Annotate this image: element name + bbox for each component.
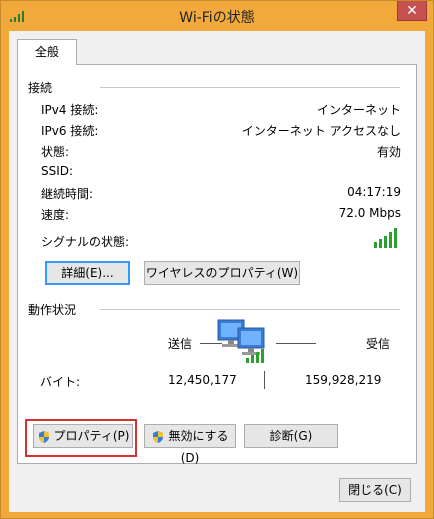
network-computers-icon <box>217 319 265 363</box>
info-row-duration: 継続時間: 04:17:19 <box>41 185 401 203</box>
highlight-box <box>25 419 137 457</box>
speed-label: 速度: <box>41 208 70 222</box>
bytes-received-value: 159,928,219 <box>305 373 382 387</box>
connection-divider <box>100 87 400 88</box>
speed-value: 72.0 Mbps <box>338 206 401 220</box>
window-title: Wi-Fiの状態 <box>179 10 255 26</box>
close-button[interactable]: 閉じる(C) <box>339 478 411 502</box>
activity-divider <box>100 309 400 310</box>
disable-button[interactable]: 無効にする(D) <box>144 424 236 465</box>
bytes-separator <box>264 371 265 389</box>
general-tab-panel: 接続 IPv4 接続: インターネット IPv6 接続: インターネット アクセ… <box>17 64 417 465</box>
info-row-state: 状態: 有効 <box>41 143 401 161</box>
wifi-status-dialog: Wi-Fiの状態 ✕ 全般 接続 IPv4 接続: インターネット IPv6 接… <box>0 0 434 519</box>
ssid-label: SSID: <box>41 164 74 178</box>
received-label: 受信 <box>366 337 391 351</box>
ipv6-value: インターネット アクセスなし <box>241 124 401 138</box>
ipv4-label: IPv4 接続: <box>41 103 99 117</box>
title-bar[interactable]: Wi-Fiの状態 ✕ <box>1 1 433 31</box>
info-row-ssid: SSID: <box>41 164 401 182</box>
connection-section-title: 接続 <box>28 81 53 95</box>
duration-value: 04:17:19 <box>347 185 401 199</box>
signal-label: シグナルの状態: <box>41 235 130 249</box>
state-value: 有効 <box>376 145 401 159</box>
received-line <box>276 343 316 344</box>
details-button[interactable]: 詳細(E)... <box>45 261 130 285</box>
bytes-sent-value: 12,450,177 <box>168 373 237 387</box>
close-window-button[interactable]: ✕ <box>397 1 427 21</box>
ipv6-label: IPv6 接続: <box>41 124 99 138</box>
info-row-signal: シグナルの状態: <box>41 228 401 251</box>
disable-button-label: 無効にする(D) <box>168 429 229 465</box>
diagnose-button[interactable]: 診断(G) <box>244 424 338 448</box>
ipv4-value: インターネット <box>316 103 401 117</box>
info-row-ipv6: IPv6 接続: インターネット アクセスなし <box>41 122 401 140</box>
dialog-client-area: 全般 接続 IPv4 接続: インターネット IPv6 接続: インターネット … <box>9 31 425 512</box>
duration-label: 継続時間: <box>41 187 94 201</box>
wireless-properties-button[interactable]: ワイヤレスのプロパティ(W) <box>144 261 300 285</box>
activity-section-title: 動作状況 <box>28 303 77 317</box>
uac-shield-icon <box>153 430 164 443</box>
signal-bars-icon <box>374 228 397 248</box>
bytes-label: バイト: <box>40 375 81 389</box>
sent-label: 送信 <box>168 337 193 351</box>
info-row-speed: 速度: 72.0 Mbps <box>41 206 401 224</box>
tab-general[interactable]: 全般 <box>17 39 77 65</box>
state-label: 状態: <box>41 145 70 159</box>
info-row-ipv4: IPv4 接続: インターネット <box>41 101 401 119</box>
